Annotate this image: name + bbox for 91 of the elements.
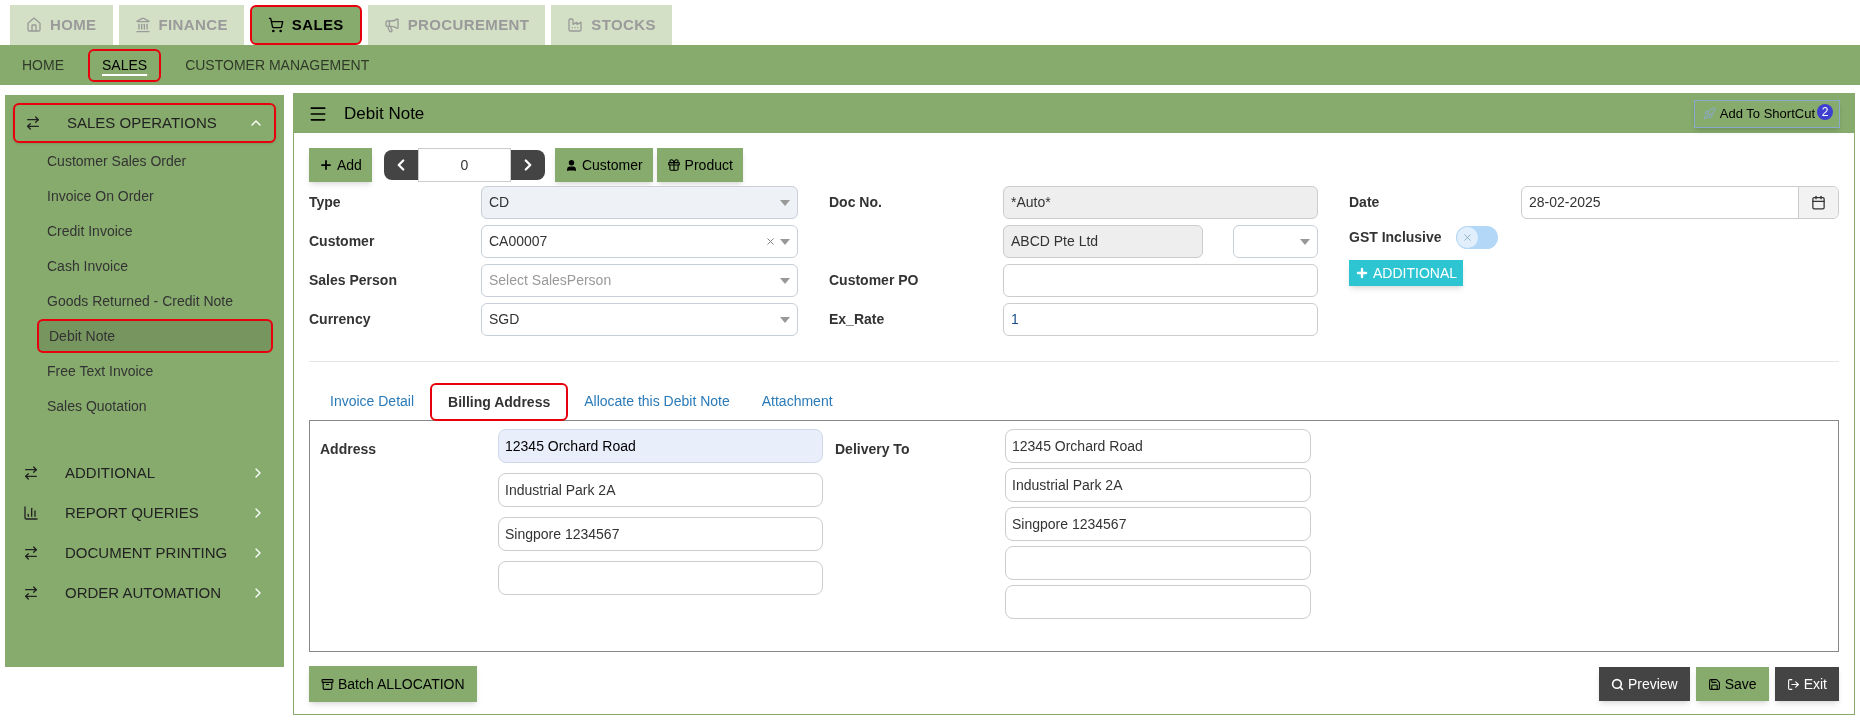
plus-icon	[319, 158, 333, 172]
caret-icon	[780, 238, 790, 245]
field-label: Doc No.	[829, 193, 883, 212]
search-icon	[1610, 677, 1624, 691]
select-field[interactable]	[1233, 225, 1318, 258]
field-label: Type	[309, 193, 342, 212]
plus-icon	[1355, 266, 1369, 280]
sidebar-item[interactable]: Free Text Invoice	[37, 354, 273, 388]
address-field[interactable]: Singpore 1234567	[498, 517, 823, 551]
address-field[interactable]: Industrial Park 2A	[498, 473, 823, 507]
doc-number-field: *Auto*	[1003, 186, 1318, 219]
cross-icon	[1461, 231, 1473, 243]
module-icon	[26, 17, 42, 33]
select-field[interactable]: SGD	[481, 303, 798, 336]
calendar-button[interactable]	[1798, 187, 1838, 218]
field-label: Currency	[309, 310, 372, 329]
module-icon	[383, 17, 400, 33]
save-icon	[1707, 677, 1721, 691]
form-tab[interactable]: Allocate this Debit Note	[568, 382, 746, 420]
sidebar-item[interactable]: Credit Invoice	[37, 214, 273, 248]
form-tab[interactable]: Invoice Detail	[314, 382, 431, 420]
field-label: Ex_Rate	[829, 310, 886, 329]
module-tab[interactable]: SALES	[249, 5, 362, 45]
input-field[interactable]: 1	[1003, 303, 1318, 336]
arrows-icon	[23, 545, 39, 561]
delivery-field[interactable]	[1005, 546, 1311, 580]
customer-button[interactable]: Customer	[554, 148, 653, 182]
record-number-field[interactable]: 0	[417, 148, 511, 182]
caret-icon	[1300, 238, 1310, 245]
nav-link[interactable]: CUSTOMER MANAGEMENT	[173, 50, 382, 80]
count-badge: 2	[1817, 103, 1833, 120]
form-tab[interactable]: Billing Address	[430, 383, 569, 421]
arrows-icon	[25, 115, 41, 131]
bar-chart-icon	[23, 505, 39, 521]
exit-icon	[1786, 677, 1800, 691]
rocket-icon	[1702, 107, 1716, 120]
nav-link[interactable]: HOME	[10, 50, 76, 80]
field-label: GST Inclusive	[1349, 227, 1442, 247]
sidebar-group[interactable]: DOCUMENT PRINTING	[13, 533, 276, 573]
sidebar-item[interactable]: Cash Invoice	[37, 249, 273, 283]
sidebar-item[interactable]: Goods Returned - Credit Note	[37, 284, 273, 318]
arrows-icon	[23, 585, 39, 601]
arrows-icon	[23, 465, 39, 481]
archive-icon	[321, 677, 334, 691]
module-icon	[267, 17, 284, 33]
field-label: Address	[320, 440, 378, 459]
product-button[interactable]: Product	[656, 148, 743, 182]
caret-icon	[780, 277, 790, 284]
exit-button[interactable]: Exit	[1774, 667, 1839, 701]
delivery-field[interactable]: Singpore 1234567	[1005, 507, 1311, 541]
address-field[interactable]: 12345 Orchard Road	[498, 429, 823, 463]
batch-allocation-button[interactable]: Batch ALLOCATION	[309, 666, 477, 702]
sidebar-item[interactable]: Sales Quotation	[37, 389, 273, 423]
calendar-icon	[1811, 195, 1826, 210]
preview-button[interactable]: Preview	[1598, 667, 1690, 701]
next-button[interactable]	[510, 150, 545, 180]
gift-icon	[666, 158, 681, 172]
delivery-field[interactable]: 12345 Orchard Road	[1005, 429, 1311, 463]
field-label: Delivery To	[835, 440, 911, 459]
delivery-field[interactable]	[1005, 585, 1311, 619]
caret-icon	[780, 199, 790, 206]
field-label: Customer	[309, 232, 376, 251]
user-icon	[564, 158, 578, 172]
nav-link[interactable]: SALES	[88, 48, 162, 82]
save-button[interactable]: Save	[1695, 667, 1769, 701]
sidebar-item[interactable]: Customer Sales Order	[37, 144, 273, 178]
module-icon	[567, 17, 584, 33]
sidebar-group[interactable]: REPORT QUERIES	[13, 493, 276, 533]
clear-icon[interactable]	[765, 236, 776, 247]
select-field[interactable]: CA00007	[481, 225, 798, 258]
previous-button[interactable]	[383, 150, 418, 180]
field-label: Date	[1349, 193, 1381, 212]
form-tab[interactable]: Attachment	[745, 382, 849, 420]
sidebar-group[interactable]: SALES OPERATIONS	[13, 103, 276, 143]
page-title: Debit Note	[344, 102, 426, 125]
sidebar-item[interactable]: Invoice On Order	[37, 179, 273, 213]
address-field[interactable]	[498, 561, 823, 595]
module-icon	[134, 17, 151, 33]
field-label: Customer PO	[829, 271, 920, 290]
sidebar-group[interactable]: ORDER AUTOMATION	[13, 573, 276, 613]
input-field[interactable]	[1003, 264, 1318, 297]
caret-icon	[780, 316, 790, 323]
add-button[interactable]: Add	[309, 148, 372, 182]
delivery-field[interactable]: Industrial Park 2A	[1005, 468, 1311, 502]
toggle-switch[interactable]	[1455, 225, 1498, 249]
add-shortcut-button[interactable]: Add To ShortCut 2	[1693, 99, 1840, 128]
field-label: Sales Person	[309, 271, 398, 290]
sidebar-item[interactable]: Debit Note	[37, 319, 273, 353]
date-field[interactable]: 28-02-2025	[1521, 186, 1839, 219]
sidebar-group[interactable]: ADDITIONAL	[13, 453, 276, 493]
customer-name-field: ABCD Pte Ltd	[1003, 225, 1203, 258]
